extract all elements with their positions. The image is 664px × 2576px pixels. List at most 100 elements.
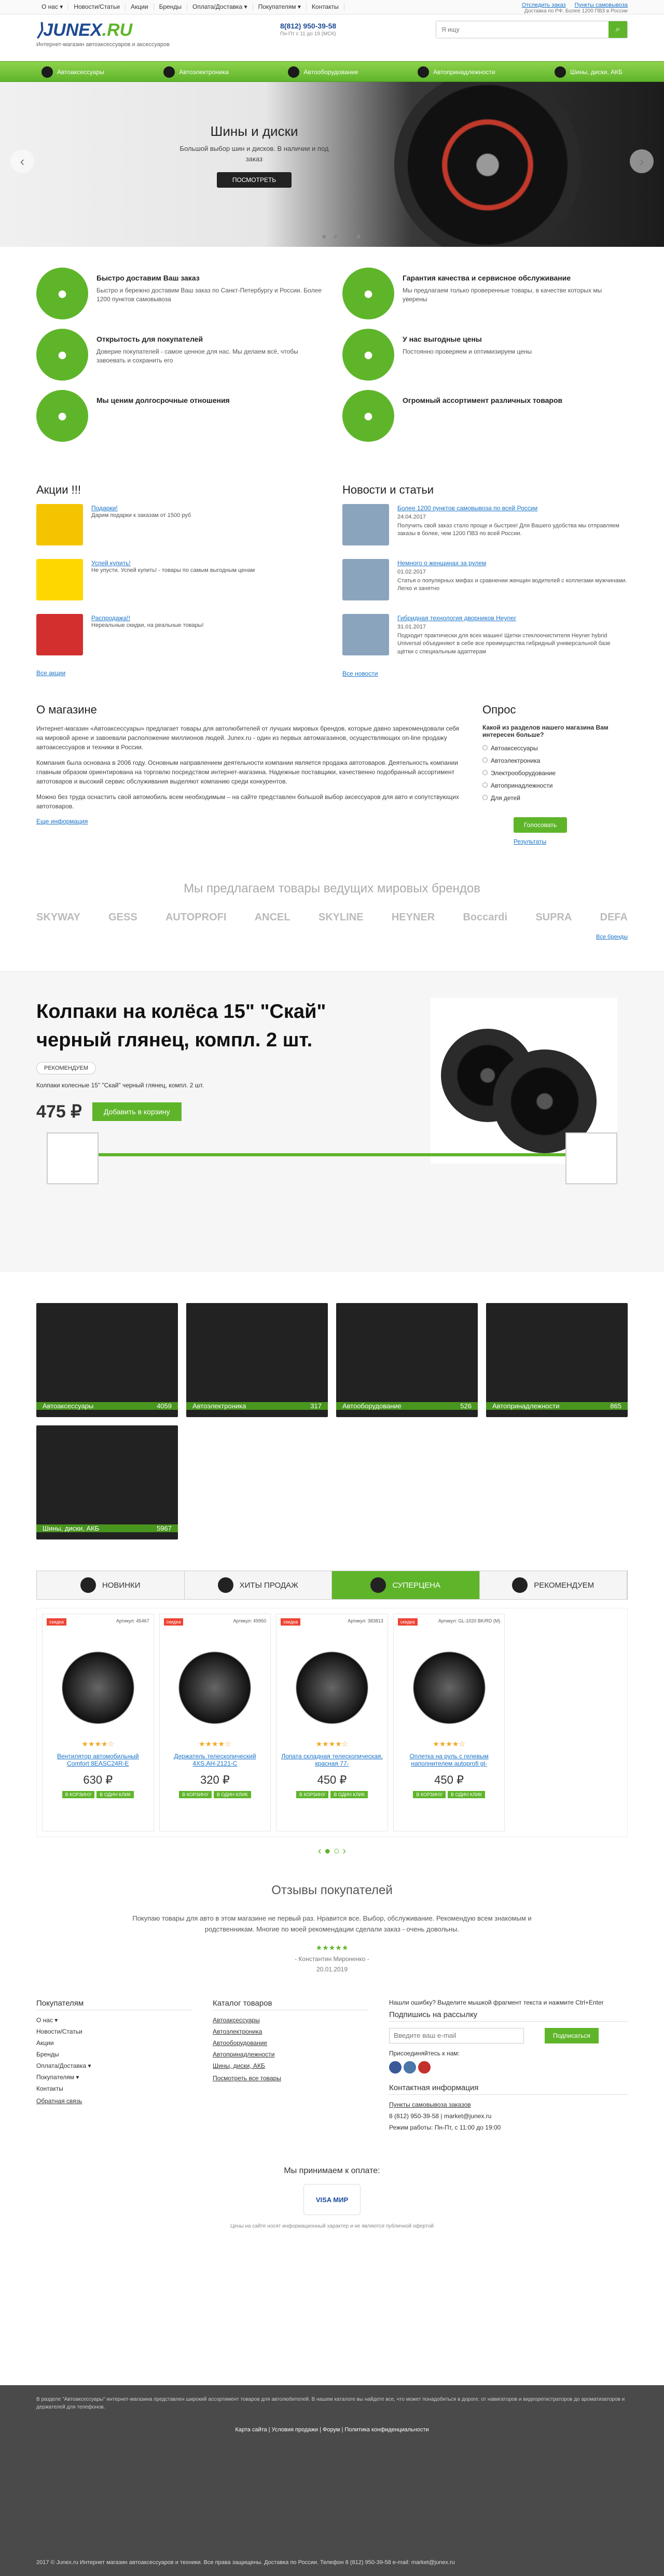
email-field[interactable] [389,2027,524,2043]
cart-button[interactable]: В КОРЗИНУ [296,1791,329,1799]
vk-icon[interactable] [404,2061,416,2074]
footer-link[interactable]: Акции [36,2039,192,2047]
cart-button[interactable]: В КОРЗИНУ [62,1791,95,1799]
top-menu-item[interactable]: Оплата/Доставка ▾ [187,3,253,10]
category-item[interactable]: Автоэлектроника [158,66,233,78]
poll-option[interactable]: Электрооборудование [482,769,628,777]
category-tile[interactable]: Шины, диски, АКБ 5967 [36,1425,178,1540]
promo-link[interactable]: Распродажа!! [91,614,130,622]
product-pager[interactable]: ‹ ● ○ › [36,1845,628,1857]
cart-button[interactable]: В КОРЗИНУ [179,1791,212,1799]
top-menu-item[interactable]: Контакты [307,3,344,10]
promo-link[interactable]: Успей купить! [91,559,131,567]
footer-link[interactable]: Оплата/Доставка ▾ [36,2062,192,2069]
category-item[interactable]: Автопринадлежности [412,66,500,78]
brand-logo[interactable]: SKYLINE [319,912,364,923]
footer-link[interactable]: Новости/Статьи [36,2028,192,2035]
subscribe-button[interactable]: Подписаться [545,2028,599,2044]
category-tile[interactable]: Автоэлектроника 317 [186,1303,328,1418]
brand-logo[interactable]: AUTOPROFI [165,912,226,923]
product-image[interactable] [290,1646,374,1730]
product-image[interactable] [173,1646,257,1730]
search-icon[interactable]: ⌕ [608,21,627,38]
cart-button[interactable]: В КОРЗИНУ [413,1791,446,1799]
poll-option[interactable]: Автопринадлежности [482,782,628,789]
category-item[interactable]: Шины, диски, АКБ [549,66,628,78]
category-tile[interactable]: Автопринадлежности 865 [486,1303,628,1418]
radio-icon[interactable] [482,795,488,801]
one-click-button[interactable]: В ОДИН КЛИК [448,1791,485,1799]
promo-link[interactable]: Подарки! [91,505,118,512]
footer-catalog-link[interactable]: Шины, диски, АКБ [213,2062,368,2069]
product-image[interactable] [56,1646,140,1730]
all-brands-link[interactable]: Все бренды [596,934,628,940]
brand-logo[interactable]: SKYWAY [36,912,80,923]
brand-logo[interactable]: HEYNER [392,912,435,923]
radio-icon[interactable] [482,758,488,763]
product-tab[interactable]: ХИТЫ ПРОДАЖ [185,1571,332,1600]
slider-button[interactable]: ПОСМОТРЕТЬ [216,172,292,188]
logo[interactable]: ⟩JUNEX.RU [36,20,132,40]
youtube-icon[interactable] [418,2061,431,2074]
about-more-link[interactable]: Еще информация [36,818,88,825]
pickup-points-link[interactable]: Пункты самовывоза [575,2,628,8]
search-input[interactable] [436,21,607,38]
top-menu-item[interactable]: Новости/Статьи [68,3,126,10]
all-news-link[interactable]: Все новости [342,670,378,677]
product-tab[interactable]: НОВИНКИ [37,1571,185,1600]
top-menu-item[interactable]: Акции [126,3,154,10]
brand-logo[interactable]: Boccardi [463,912,507,923]
one-click-button[interactable]: В ОДИН КЛИК [330,1791,368,1799]
facebook-icon[interactable] [389,2061,402,2074]
product-name[interactable]: Оплетка на руль с гелевым наполнителем a… [398,1753,501,1767]
brand-logo[interactable]: GESS [108,912,137,923]
vote-button[interactable]: Голосовать [514,817,568,833]
add-to-cart-button[interactable]: Добавить в корзину [92,1102,182,1122]
news-link[interactable]: Более 1200 пунктов самовывоза по всей Ро… [397,505,537,512]
radio-icon[interactable] [482,770,488,776]
poll-option[interactable]: Автоаксессуары [482,745,628,752]
product-name[interactable]: Вентилятор автомобильный Comfort 8EASC24… [47,1753,149,1767]
radio-icon[interactable] [482,745,488,751]
brand-logo[interactable]: SUPRA [535,912,572,923]
product-image[interactable] [407,1646,491,1730]
category-tile[interactable]: Автооборудование 526 [336,1303,478,1418]
product-name[interactable]: Держатель телескопический 4XS.AH-2121-C [164,1753,267,1767]
category-tile[interactable]: Автоаксессуары 4059 [36,1303,178,1418]
news-link[interactable]: Немного о женщинах за рулем [397,559,486,567]
footer-link[interactable]: Бренды [36,2051,192,2058]
pickup-link[interactable]: Пункты самовывоза заказов [389,2101,628,2108]
product-name[interactable]: Лопата складная телескопическая, красная… [281,1753,383,1767]
poll-option[interactable]: Для детей [482,794,628,802]
slider-prev-icon[interactable]: ‹ [10,149,34,173]
poll-option[interactable]: Автоэлектроника [482,757,628,764]
footer-catalog-link[interactable]: Автопринадлежности [213,2051,368,2058]
footer-phone[interactable]: 8 (812) 950-39-58 [389,2112,439,2120]
top-menu-item[interactable]: О нас ▾ [36,3,69,10]
footer-link[interactable]: О нас ▾ [36,2017,192,2024]
all-promos-link[interactable]: Все акции [36,669,65,677]
header-phone[interactable]: 8(812) 950-39-58 [280,22,336,30]
carousel-thumb[interactable] [565,1132,617,1185]
top-menu-item[interactable]: Покупателям ▾ [253,3,307,10]
category-item[interactable]: Автоаксессуары [36,66,109,78]
feedback-link[interactable]: Обратная связь [36,2097,192,2105]
slider-next-icon[interactable]: › [630,149,654,173]
bottom-links[interactable]: Карта сайта | Условия продажи | Форум | … [36,2427,628,2433]
carousel-thumb[interactable] [47,1132,99,1185]
radio-icon[interactable] [482,782,488,788]
footer-catalog-link[interactable]: Автоаксессуары [213,2017,368,2024]
footer-mail[interactable]: market@junex.ru [444,2112,492,2120]
poll-results-link[interactable]: Результаты [514,838,546,845]
one-click-button[interactable]: В ОДИН КЛИК [213,1791,251,1799]
footer-catalog-link[interactable]: Автооборудование [213,2039,368,2047]
top-menu-item[interactable]: Бренды [154,3,188,10]
footer-catalog-link[interactable]: Автоэлектроника [213,2028,368,2035]
product-tab[interactable]: СУПЕРЦЕНА [332,1571,480,1600]
footer-link[interactable]: Контакты [36,2085,192,2092]
footer-link[interactable]: Покупателям ▾ [36,2074,192,2081]
brand-logo[interactable]: DEFA [600,912,628,923]
track-order-link[interactable]: Отследить заказ [522,2,566,8]
product-tab[interactable]: РЕКОМЕНДУЕМ [480,1571,627,1600]
news-link[interactable]: Гибридная технология дворников Heyner [397,614,516,622]
